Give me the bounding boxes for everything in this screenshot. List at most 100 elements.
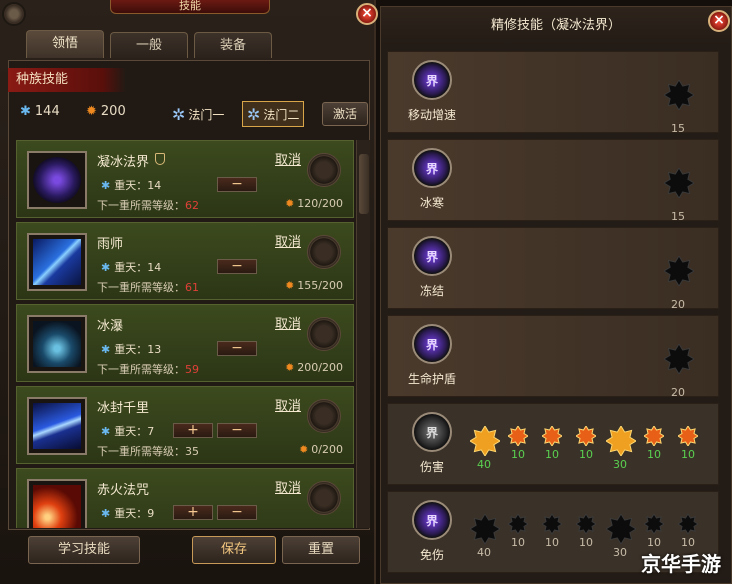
- school-one-button[interactable]: ✲ 法门一: [168, 101, 228, 127]
- skill-dial[interactable]: [307, 153, 341, 187]
- skill-name: 赤火法咒: [97, 483, 150, 498]
- refine-node-value: 20: [671, 386, 685, 399]
- save-button[interactable]: 保存: [192, 536, 276, 564]
- school-two-button[interactable]: ✲ 法门二: [242, 101, 305, 127]
- skill-points: ✹ 155/200: [285, 279, 343, 292]
- refine-node[interactable]: 10: [572, 426, 600, 461]
- cancel-link[interactable]: 取消: [275, 395, 301, 414]
- next-level-requirement: 下一重所需等级：62: [97, 197, 199, 213]
- skill-row[interactable]: 凝冰法界 取消 ✱ 重天：14 − 下一重所需等级：62 ✹ 120/200: [16, 140, 354, 218]
- refine-node[interactable]: 10: [640, 426, 668, 461]
- ice-shard-icon: [33, 321, 81, 367]
- skill-dial[interactable]: [307, 317, 341, 351]
- cancel-link[interactable]: 取消: [275, 149, 301, 168]
- refine-node[interactable]: 30: [606, 426, 636, 471]
- skill-row[interactable]: 雨师 取消 ✱ 重天：14 − 下一重所需等级：61 ✹ 155/200: [16, 222, 354, 300]
- skill-row[interactable]: 冰封千里 取消 ✱ 重天：7 + − 下一重所需等级：35 ✹ 0/200: [16, 386, 354, 464]
- refine-node-value: 10: [545, 448, 559, 461]
- blue-streak-icon: [33, 239, 81, 285]
- refine-node-value: 30: [613, 458, 627, 471]
- next-level-label: 下一重所需等级：: [97, 281, 185, 294]
- skill-icon-ice-waterfall: [27, 315, 87, 373]
- window-title: 技能: [110, 0, 270, 14]
- refine-node[interactable]: 10: [504, 514, 532, 549]
- skill-dial[interactable]: [307, 235, 341, 269]
- minus-button[interactable]: −: [217, 423, 257, 438]
- tab-general[interactable]: 一般: [110, 32, 188, 58]
- refine-node-value: 40: [477, 546, 491, 559]
- learn-skill-button[interactable]: 学习技能: [28, 536, 140, 564]
- refine-row-label: 移动增速: [407, 108, 456, 122]
- refine-row: 界冰寒 15: [387, 139, 719, 223]
- refine-panel-title: 精修技能（凝冰法界）: [381, 7, 731, 45]
- skill-row[interactable]: 赤火法咒 取消 ✱ 重天：9 + −: [16, 468, 354, 528]
- refine-node[interactable]: 20: [664, 344, 694, 399]
- refine-node[interactable]: 10: [640, 514, 668, 549]
- skill-name: 凝冰法界: [97, 155, 150, 170]
- tab-comprehend[interactable]: 领悟: [26, 30, 104, 58]
- orange-currency: ✹ 200: [86, 104, 126, 119]
- shield-icon: [155, 153, 165, 165]
- minus-button[interactable]: −: [217, 505, 257, 520]
- skill-level-label: 重天：13: [114, 343, 162, 356]
- cancel-link[interactable]: 取消: [275, 231, 301, 250]
- tab-equipment[interactable]: 装备: [194, 32, 272, 58]
- refine-skill-panel: 精修技能（凝冰法界） 界移动增速 15 界冰寒 15 界冻结 20 界生命护盾 20 界伤害 40…: [380, 6, 732, 584]
- school-one-label: 法门一: [188, 107, 225, 122]
- close-right-panel-button[interactable]: ×: [708, 10, 730, 32]
- corner-ornament: [2, 2, 26, 26]
- skill-points: ✹ 200/200: [285, 361, 343, 374]
- refine-node-value: 30: [613, 546, 627, 559]
- refine-node[interactable]: 15: [664, 80, 694, 135]
- star-node-icon: [678, 426, 698, 446]
- refine-row-label: 免伤: [419, 548, 444, 562]
- refine-node[interactable]: 30: [606, 514, 636, 559]
- star-node-icon: [664, 80, 694, 110]
- refine-node[interactable]: 10: [674, 426, 702, 461]
- next-level-value: 59: [185, 363, 199, 376]
- skill-dial[interactable]: [307, 399, 341, 433]
- minus-button[interactable]: −: [217, 341, 257, 356]
- orange-flame-icon: ✹: [86, 104, 97, 119]
- skill-row[interactable]: 冰瀑 取消 ✱ 重天：13 − 下一重所需等级：59 ✹ 200/200: [16, 304, 354, 382]
- minus-button[interactable]: −: [217, 177, 257, 192]
- realm-sigil-icon: 界: [412, 324, 452, 364]
- plus-button[interactable]: +: [173, 505, 213, 520]
- refine-node[interactable]: 40: [470, 426, 500, 471]
- refine-row: 界伤害 40 10 10 10 30 10 10: [387, 403, 719, 485]
- skill-level: ✱ 重天：14: [101, 259, 161, 275]
- next-level-label: 下一重所需等级：: [97, 445, 185, 458]
- skill-level: ✱ 重天：9: [101, 505, 154, 521]
- skill-list-scrollbar[interactable]: [356, 140, 370, 528]
- cancel-link[interactable]: 取消: [275, 313, 301, 332]
- skill-dial[interactable]: [307, 481, 341, 515]
- skill-points-value: 200/200: [297, 361, 343, 374]
- close-left-panel-button[interactable]: ×: [356, 3, 378, 25]
- realm-sigil-icon: 界: [412, 412, 452, 452]
- refine-node[interactable]: 40: [470, 514, 500, 559]
- minus-button[interactable]: −: [217, 259, 257, 274]
- chat-strip: [40, 574, 360, 584]
- refine-node[interactable]: 10: [504, 426, 532, 461]
- realm-sigil-icon: 界: [412, 500, 452, 540]
- star-node-icon: [664, 168, 694, 198]
- refine-node[interactable]: 20: [664, 256, 694, 311]
- skill-level-label: 重天：7: [114, 425, 155, 438]
- cancel-link[interactable]: 取消: [275, 477, 301, 496]
- refine-node-value: 10: [511, 536, 525, 549]
- skill-list: 凝冰法界 取消 ✱ 重天：14 − 下一重所需等级：62 ✹ 120/200 雨…: [16, 140, 354, 528]
- skill-name: 冰瀑: [97, 319, 124, 334]
- scroll-thumb[interactable]: [359, 154, 369, 214]
- refine-node[interactable]: 10: [572, 514, 600, 549]
- activate-button[interactable]: 激活: [322, 102, 368, 126]
- refine-row: 界冻结 20: [387, 227, 719, 311]
- refine-node[interactable]: 10: [674, 514, 702, 549]
- refine-row-label: 生命护盾: [407, 372, 456, 386]
- refine-node[interactable]: 10: [538, 514, 566, 549]
- refine-node[interactable]: 10: [538, 426, 566, 461]
- blue-star-icon: ✱: [101, 260, 111, 274]
- reset-button[interactable]: 重置: [282, 536, 360, 564]
- plus-button[interactable]: +: [173, 423, 213, 438]
- refine-node[interactable]: 15: [664, 168, 694, 223]
- skill-icon-red-fire-curse: [27, 479, 87, 528]
